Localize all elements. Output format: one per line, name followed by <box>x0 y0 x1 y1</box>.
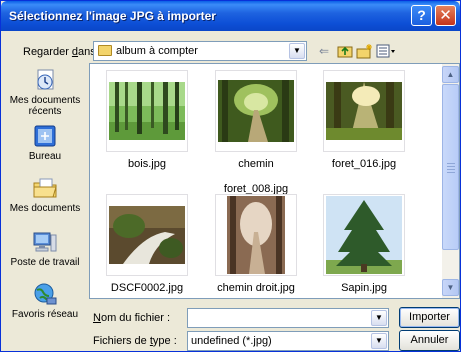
my-documents-icon <box>33 178 57 198</box>
new-folder-icon[interactable] <box>356 42 373 60</box>
place-my-computer[interactable]: Poste de travail <box>4 229 86 268</box>
file-item[interactable]: chemin droit.jpg <box>206 194 306 295</box>
help-button[interactable]: ? <box>411 5 432 26</box>
up-folder-icon[interactable] <box>337 42 353 60</box>
thumbnail <box>215 194 297 276</box>
scroll-thumb[interactable] <box>442 84 459 250</box>
recent-documents-icon <box>37 69 54 90</box>
import-button[interactable]: Importer <box>399 307 460 328</box>
file-item[interactable]: DSCF0002.jpg <box>97 194 197 295</box>
place-label: Favoris réseau <box>11 309 79 320</box>
place-my-documents[interactable]: Mes documents <box>4 175 86 214</box>
file-name: chemin droit.jpg <box>217 282 295 294</box>
window-title: Sélectionnez l'image JPG à importer <box>9 9 216 23</box>
vertical-scrollbar[interactable]: ▲ ▼ <box>442 64 459 298</box>
my-computer-icon <box>33 232 57 252</box>
thumbnail <box>323 70 405 152</box>
place-label: Poste de travail <box>10 257 80 268</box>
file-name: foret_016.jpg <box>331 158 397 170</box>
view-menu-icon[interactable] <box>376 42 396 60</box>
file-name: chemin <box>238 158 274 170</box>
title-bar[interactable]: Sélectionnez l'image JPG à importer ? ✕ <box>1 1 460 31</box>
grip-line <box>447 169 455 170</box>
place-desktop[interactable]: Bureau <box>4 123 86 162</box>
network-places-icon <box>34 283 57 305</box>
place-label: Mes documents <box>9 203 81 214</box>
file-name: bois.jpg <box>128 158 166 170</box>
file-name: Sapin.jpg <box>341 282 387 294</box>
file-name-label-rest: om du fichier : <box>100 312 171 324</box>
place-label: Bureau <box>28 151 62 162</box>
chevron-down-icon[interactable]: ▼ <box>289 43 305 59</box>
close-button[interactable]: ✕ <box>435 5 456 26</box>
desktop-icon <box>34 125 56 147</box>
thumbnail <box>323 194 405 276</box>
places-bar: Mes documents récents Bureau Mes documen… <box>4 65 86 321</box>
thumbnail-frame <box>215 70 297 152</box>
file-open-dialog: Sélectionnez l'image JPG à importer ? ✕ … <box>0 0 461 352</box>
grip-line <box>447 166 455 167</box>
file-name-label: Nom du fichier : <box>93 312 170 324</box>
file-type-value: undefined (*.jpg) <box>191 335 272 347</box>
chevron-down-icon[interactable]: ▼ <box>371 310 387 326</box>
thumbnail-frame <box>323 70 405 152</box>
file-item[interactable]: chemin foret_008.jpg <box>206 70 306 196</box>
thumbnail <box>106 70 188 152</box>
file-name-input[interactable]: ▼ <box>187 308 389 328</box>
thumbnail-frame <box>106 194 188 276</box>
place-network-places[interactable]: Favoris réseau <box>4 281 86 320</box>
file-name: DSCF0002.jpg <box>110 282 184 294</box>
file-list[interactable]: bois.jpg chemin foret_008.jpg foret_016.… <box>89 63 460 299</box>
look-in-value: album à compter <box>116 45 198 57</box>
look-in-label: Regarder dans : <box>23 46 102 58</box>
file-item[interactable]: Sapin.jpg <box>314 194 414 295</box>
thumbnail-frame <box>106 70 188 152</box>
file-item[interactable]: foret_016.jpg <box>314 70 414 171</box>
thumbnail-frame <box>323 194 405 276</box>
place-label: récents <box>28 106 62 117</box>
file-type-label-prefix: Fichiers de <box>93 335 150 347</box>
grip-line <box>447 172 455 173</box>
file-type-label: Fichiers de type : <box>93 335 177 347</box>
scroll-down-button[interactable]: ▼ <box>442 279 459 296</box>
look-in-label-prefix: Regarder <box>23 46 72 58</box>
chevron-down-icon[interactable]: ▼ <box>371 333 387 349</box>
place-recent-documents[interactable]: Mes documents récents <box>4 67 86 117</box>
file-type-label-suffix: ype : <box>152 335 177 347</box>
thumbnail-frame <box>215 194 297 276</box>
file-name-label-hotkey: N <box>93 312 101 324</box>
thumbnail <box>106 194 188 276</box>
back-arrow-icon[interactable]: ⇐ <box>319 42 329 60</box>
file-type-dropdown[interactable]: undefined (*.jpg) ▼ <box>187 331 389 351</box>
place-label: Mes documents <box>9 95 81 106</box>
folder-icon <box>98 45 112 56</box>
cancel-button[interactable]: Annuler <box>399 330 460 351</box>
grip-line <box>447 163 455 164</box>
file-item[interactable]: bois.jpg <box>97 70 197 171</box>
scroll-up-button[interactable]: ▲ <box>442 66 459 83</box>
look-in-dropdown[interactable]: album à compter ▼ <box>93 41 307 61</box>
thumbnail <box>215 70 297 152</box>
